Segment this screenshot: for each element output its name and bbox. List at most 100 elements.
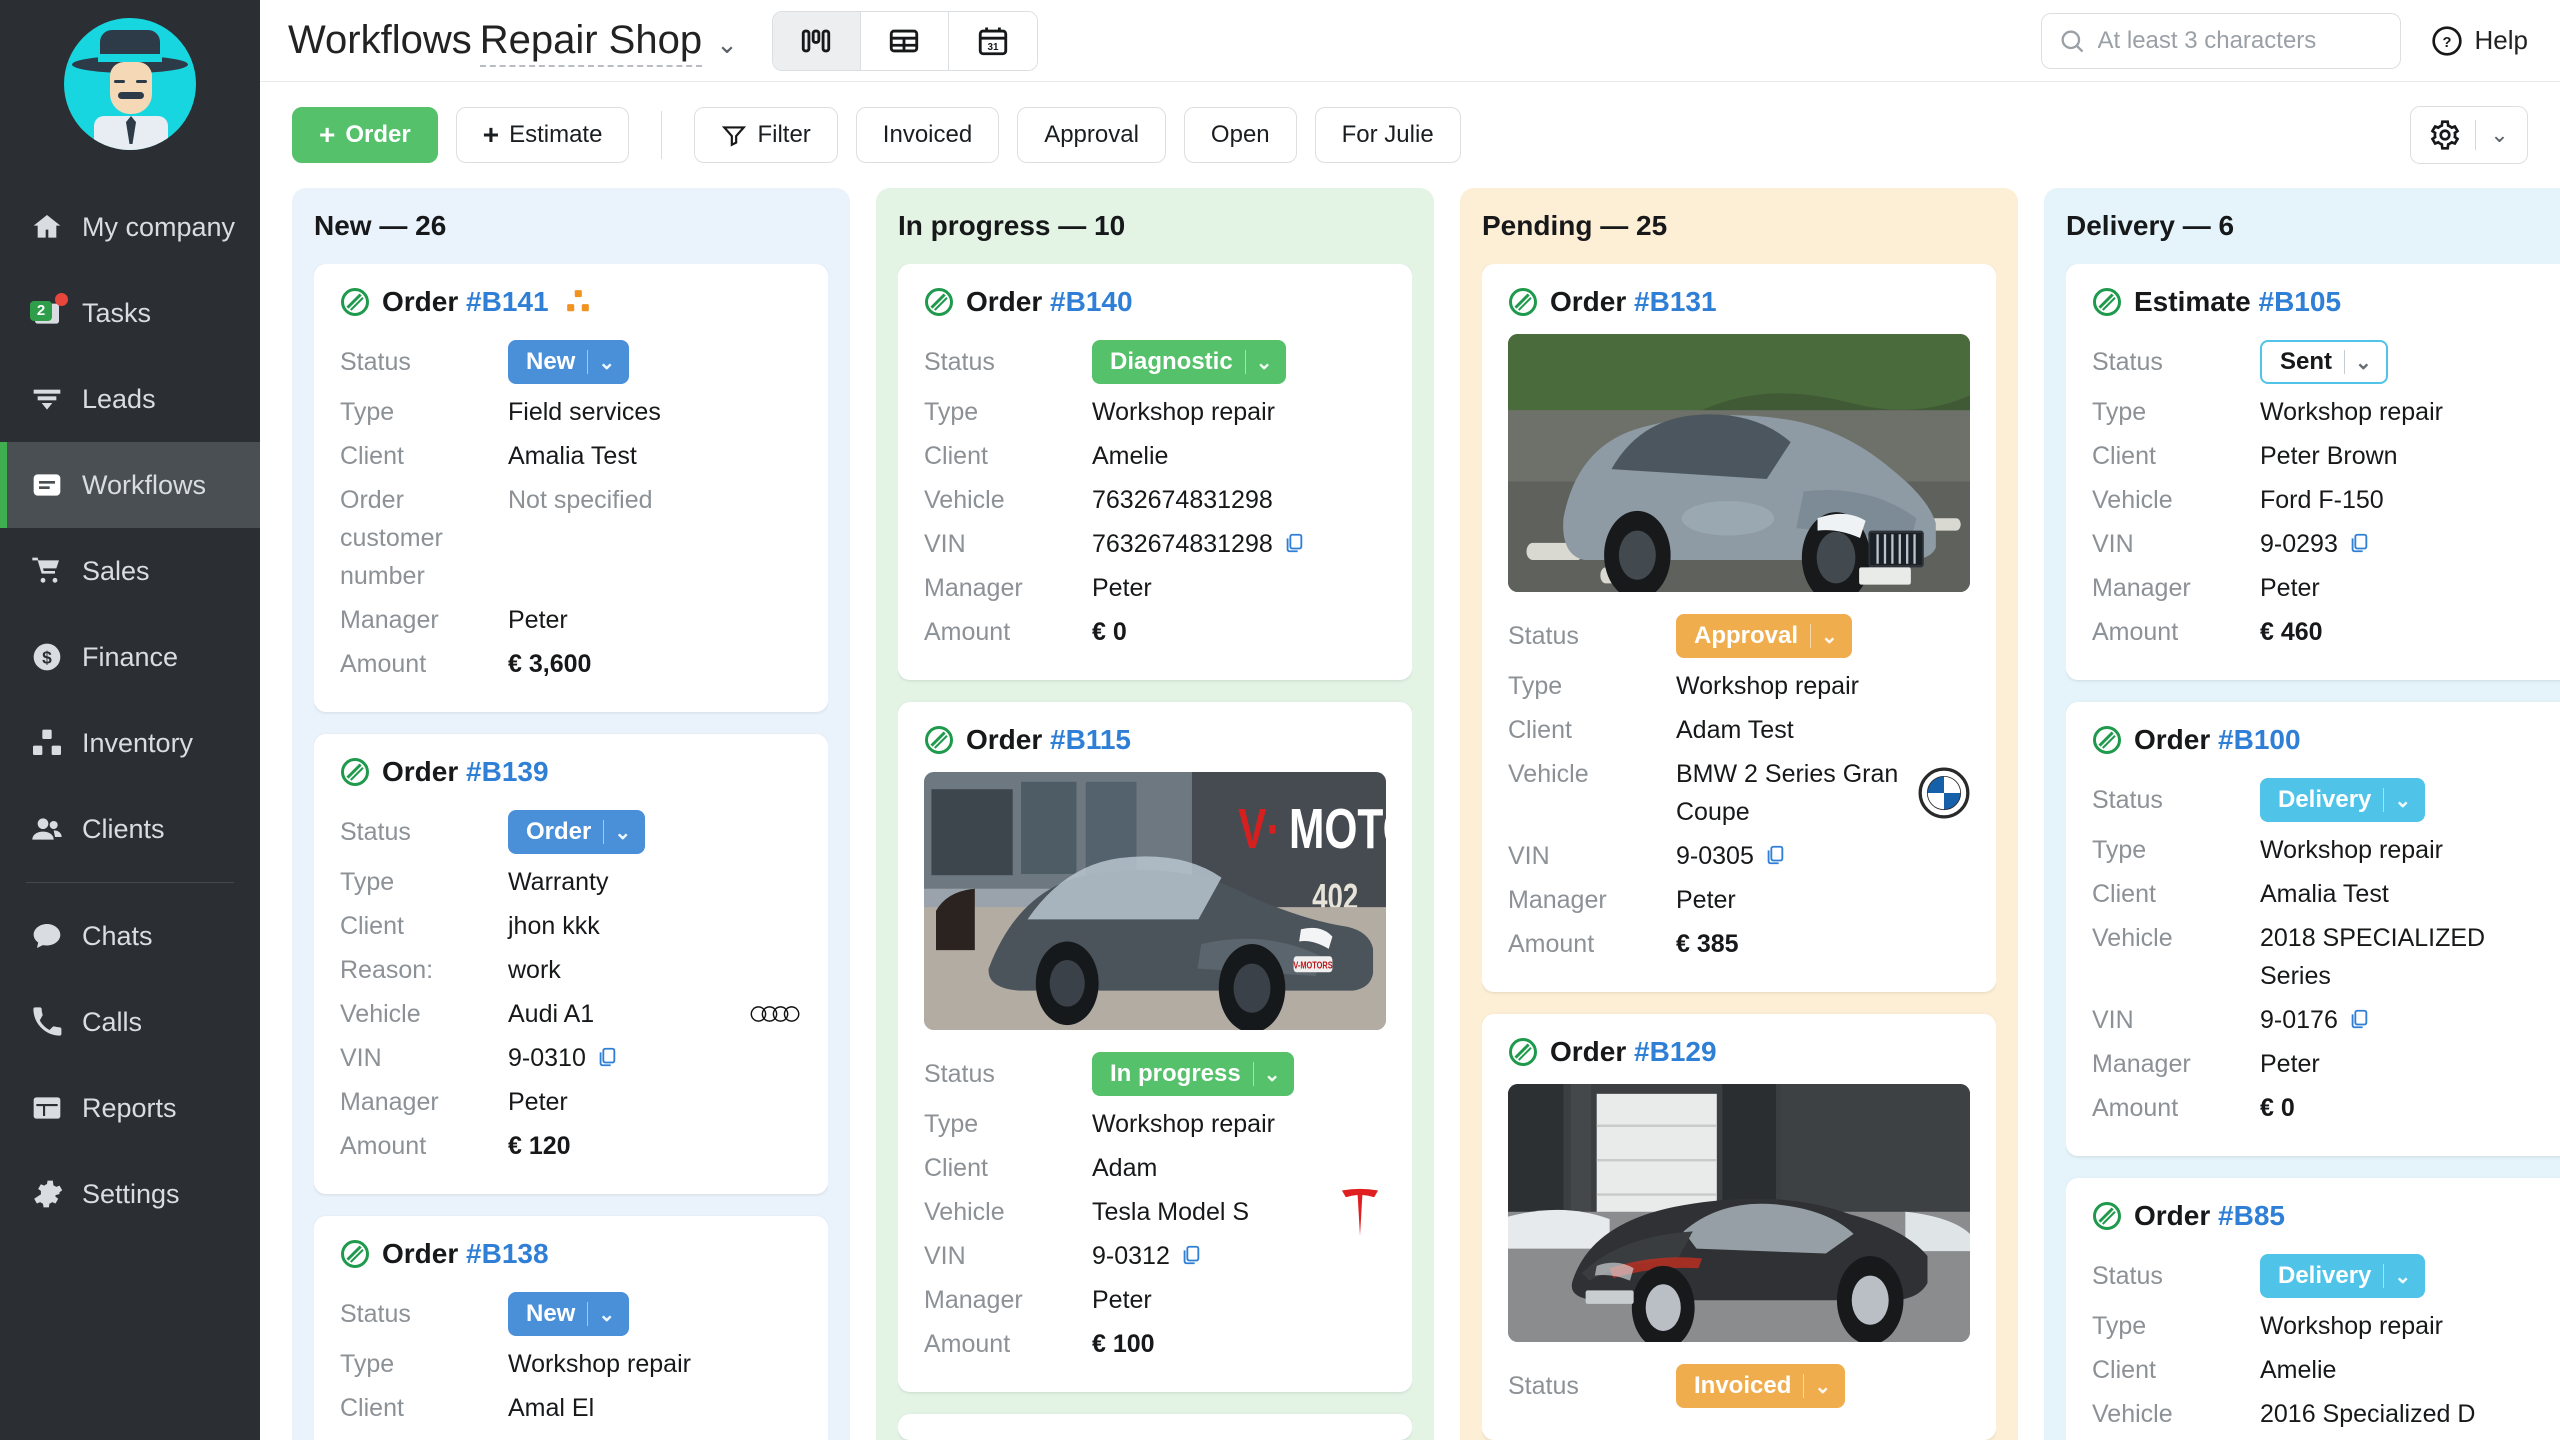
filter-chip-invoiced[interactable]: Invoiced	[855, 107, 1000, 163]
sidebar-item-label: Calls	[82, 1006, 143, 1037]
chevron-down-icon[interactable]: ⌄	[1821, 624, 1846, 649]
chevron-down-icon[interactable]: ⌄	[614, 820, 639, 845]
sidebar-item-finance[interactable]: $ Finance	[0, 614, 260, 700]
status-chip[interactable]: New ⌄	[508, 340, 630, 384]
vehicle-photo-camaro[interactable]	[1508, 1084, 1970, 1342]
card-number[interactable]: #B129	[1634, 1036, 1717, 1067]
chevron-down-icon[interactable]: ⌄	[1814, 1374, 1839, 1399]
copy-icon[interactable]	[2348, 1008, 2370, 1030]
card-partial-next[interactable]	[898, 1414, 1412, 1440]
chevron-down-icon[interactable]: ⌄	[598, 350, 623, 375]
sidebar-item-sales[interactable]: Sales	[0, 528, 260, 614]
card-number[interactable]: #B141	[466, 286, 549, 317]
status-chip[interactable]: Sent ⌄	[2260, 340, 2388, 384]
view-kanban-button[interactable]	[772, 11, 861, 70]
card-number[interactable]: #B105	[2259, 286, 2342, 317]
workflows-icon	[30, 468, 64, 502]
card-number[interactable]: #B140	[1050, 286, 1133, 317]
status-chip[interactable]: Invoiced ⌄	[1676, 1364, 1846, 1408]
chevron-down-icon[interactable]: ⌄	[598, 1302, 623, 1327]
sidebar-item-reports[interactable]: Reports	[0, 1065, 260, 1151]
field-label: Manager	[2092, 1050, 2191, 1078]
copy-icon[interactable]	[1180, 1244, 1202, 1266]
card-b85[interactable]: Order #B85 Status Delivery ⌄ Type Worksh…	[2066, 1178, 2560, 1440]
status-chip[interactable]: Order ⌄	[508, 810, 646, 854]
card-b140[interactable]: Order #B140 Status Diagnostic ⌄ Type Wor…	[898, 264, 1412, 680]
top-bar: Workflows Repair Shop ⌄ 31 At least 3 ch…	[260, 0, 2560, 82]
status-chip[interactable]: In progress ⌄	[1092, 1052, 1295, 1096]
copy-icon[interactable]	[596, 1046, 618, 1068]
card-b138[interactable]: Order #B138 Status New ⌄ Type Workshop r…	[314, 1216, 828, 1440]
page-title-subtitle[interactable]: Repair Shop	[479, 18, 703, 67]
column-title: Pending — 25	[1482, 210, 1668, 241]
card-number[interactable]: #B131	[1634, 286, 1717, 317]
filter-chip-open[interactable]: Open	[1183, 107, 1297, 163]
status-chip[interactable]: Delivery ⌄	[2260, 778, 2426, 822]
card-number[interactable]: #B85	[2218, 1200, 2285, 1231]
status-chip[interactable]: New ⌄	[508, 1292, 630, 1336]
search-input[interactable]	[2097, 26, 2384, 55]
sidebar-item-calls[interactable]: Calls	[0, 979, 260, 1065]
sidebar-item-leads[interactable]: Leads	[0, 356, 260, 442]
view-table-button[interactable]	[860, 11, 949, 70]
filter-icon	[722, 126, 747, 147]
filter-chip-for-julie[interactable]: For Julie	[1314, 107, 1461, 163]
help-button[interactable]: ? Help	[2431, 25, 2528, 57]
vehicle-photo-bmw[interactable]	[1508, 334, 1970, 592]
sidebar-item-tasks[interactable]: 2 Tasks	[0, 270, 260, 356]
add-estimate-label: Estimate	[509, 121, 603, 148]
field-label: Amount	[2092, 1094, 2179, 1122]
chevron-down-icon[interactable]: ⌄	[716, 29, 738, 59]
status-chip[interactable]: Approval ⌄	[1676, 614, 1852, 658]
chevron-down-icon[interactable]: ⌄	[1256, 350, 1281, 375]
filter-button[interactable]: Filter	[694, 107, 838, 163]
field-manager: Manager Peter	[2092, 1042, 2554, 1086]
status-chip[interactable]: Delivery ⌄	[2260, 1254, 2426, 1298]
field-value: 9-0305	[1676, 837, 1786, 875]
chevron-down-icon[interactable]: ⌄	[1264, 1062, 1289, 1087]
boxes-icon	[566, 290, 589, 312]
copy-icon[interactable]	[1283, 532, 1305, 554]
card-kind: Order	[382, 756, 459, 787]
card-number[interactable]: #B138	[466, 1238, 549, 1269]
view-calendar-button[interactable]: 31	[948, 11, 1037, 70]
card-number[interactable]: #B100	[2218, 724, 2301, 755]
sidebar-item-inventory[interactable]: Inventory	[0, 700, 260, 786]
chevron-down-icon[interactable]: ⌄	[2394, 788, 2419, 813]
chevron-down-icon[interactable]: ⌄	[2394, 1264, 2419, 1289]
card-number[interactable]: #B115	[1050, 724, 1131, 755]
card-b141[interactable]: Order #B141 Status New ⌄ Type Field serv…	[314, 264, 828, 712]
add-order-button[interactable]: + Order	[292, 107, 438, 163]
sidebar-item-chats[interactable]: Chats	[0, 893, 260, 979]
board-settings-button[interactable]: ⌄	[2410, 106, 2528, 164]
sidebar-item-clients[interactable]: Clients	[0, 786, 260, 872]
sidebar-item-settings[interactable]: Settings	[0, 1151, 260, 1237]
field-amount: Amount € 3,600	[340, 642, 802, 686]
filter-chip-label: Approval	[1044, 121, 1139, 148]
card-b129[interactable]: Order #B129 Status Invoiced ⌄	[1482, 1014, 1996, 1440]
add-estimate-button[interactable]: + Estimate	[455, 107, 630, 163]
copy-icon[interactable]	[2348, 532, 2370, 554]
card-b100[interactable]: Order #B100 Status Delivery ⌄ Type Works…	[2066, 702, 2560, 1156]
status-chip[interactable]: Diagnostic ⌄	[1092, 340, 1287, 384]
sidebar-item-workflows[interactable]: Workflows	[0, 442, 260, 528]
chevron-down-icon[interactable]: ⌄	[2355, 350, 2380, 375]
field-label: Status	[2092, 1262, 2163, 1290]
card-b139[interactable]: Order #B139 Status Order ⌄ Type Warranty…	[314, 734, 828, 1194]
card-b105[interactable]: Estimate #B105 Status Sent ⌄ Type Worksh…	[2066, 264, 2560, 680]
page-title[interactable]: Workflows Repair Shop ⌄	[288, 18, 738, 67]
vehicle-photo-tesla[interactable]: MOTO V· 402 V-MO	[924, 772, 1386, 1030]
avatar[interactable]	[64, 18, 196, 150]
copy-icon[interactable]	[1764, 844, 1786, 866]
search-box[interactable]	[2040, 12, 2401, 69]
people-icon	[30, 812, 64, 846]
card-number[interactable]: #B139	[466, 756, 549, 787]
card-b131[interactable]: Order #B131 Status Approval ⌄ Type Works…	[1482, 264, 1996, 992]
filter-chip-approval[interactable]: Approval	[1017, 107, 1166, 163]
card-b115[interactable]: Order #B115 MOT V· 402 V-MOTORS Status I…	[898, 702, 1412, 1392]
chevron-down-icon[interactable]: ⌄	[2490, 122, 2508, 148]
field-label: Client	[340, 1394, 404, 1422]
field-label: Manager	[2092, 574, 2191, 602]
sidebar-item-my-company[interactable]: My company	[0, 184, 260, 270]
field-client: Client Amalia Test	[340, 434, 802, 478]
